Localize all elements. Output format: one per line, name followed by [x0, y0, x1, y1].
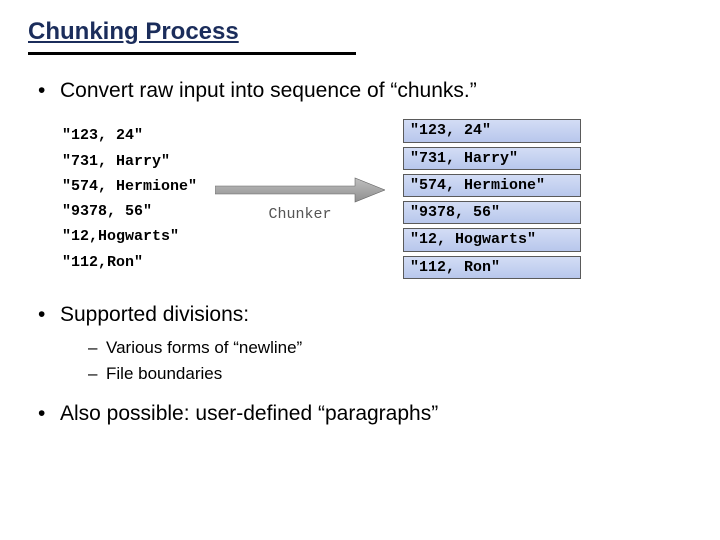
chunker-label: Chunker	[269, 206, 332, 223]
sub-bullet-list: Various forms of “newline” File boundari…	[60, 335, 692, 386]
bullet-supported-text: Supported divisions:	[60, 303, 249, 326]
chunk-box: "123, 24"	[403, 119, 581, 142]
slide-title: Chunking Process	[28, 18, 356, 52]
chunks-column: "123, 24" "731, Harry" "574, Hermione" "…	[403, 119, 581, 279]
chunk-box: "9378, 56"	[403, 201, 581, 224]
bullet-list: Convert raw input into sequence of “chun…	[28, 77, 692, 105]
raw-line: "12,Hogwarts"	[62, 226, 179, 247]
arrow-group: Chunker	[215, 176, 385, 223]
chunk-box: "12, Hogwarts"	[403, 228, 581, 251]
raw-line: "112,Ron"	[62, 252, 143, 273]
bullet-supported: Supported divisions: Various forms of “n…	[38, 301, 692, 386]
arrow-right-icon	[215, 176, 385, 204]
bullet-list-2: Supported divisions: Various forms of “n…	[28, 301, 692, 429]
raw-line: "574, Hermione"	[62, 176, 197, 197]
chunk-box: "574, Hermione"	[403, 174, 581, 197]
slide: Chunking Process Convert raw input into …	[0, 0, 720, 540]
sub-bullet-fileboundaries: File boundaries	[88, 361, 692, 387]
raw-line: "123, 24"	[62, 125, 143, 146]
title-block: Chunking Process	[28, 18, 356, 55]
chunker-diagram: "123, 24" "731, Harry" "574, Hermione" "…	[62, 119, 692, 279]
raw-input-column: "123, 24" "731, Harry" "574, Hermione" "…	[62, 125, 197, 273]
chunk-box: "112, Ron"	[403, 256, 581, 279]
bullet-convert: Convert raw input into sequence of “chun…	[38, 77, 692, 105]
sub-bullet-newline: Various forms of “newline”	[88, 335, 692, 361]
raw-line: "9378, 56"	[62, 201, 152, 222]
raw-line: "731, Harry"	[62, 151, 170, 172]
chunk-box: "731, Harry"	[403, 147, 581, 170]
title-underline-rule	[28, 52, 356, 55]
bullet-also-possible: Also possible: user-defined “paragraphs”	[38, 400, 692, 428]
